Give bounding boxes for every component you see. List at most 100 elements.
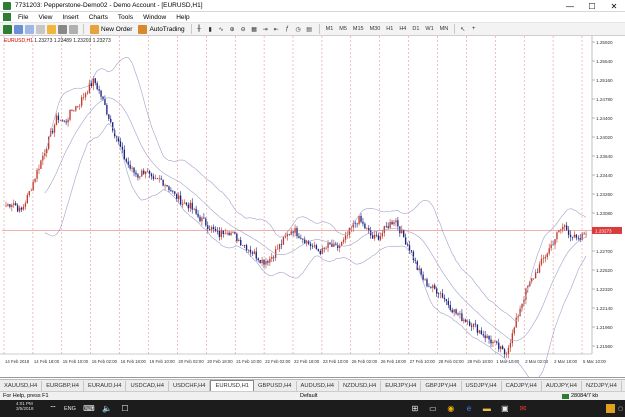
chrome-icon[interactable]: ◉	[446, 404, 456, 414]
timeframe-m30[interactable]: M30	[367, 26, 384, 32]
timeframe-w1[interactable]: W1	[422, 26, 436, 32]
candle-body	[79, 105, 81, 107]
taskbar-datetime-left: 4:01 PM 3/5/2018	[16, 401, 34, 411]
candle-body	[408, 245, 411, 251]
menu-help[interactable]: Help	[171, 14, 194, 21]
chart-tab-cadjpy-h4[interactable]: CADJPY,H4	[502, 381, 542, 391]
mail-icon[interactable]: ✉	[518, 404, 528, 414]
chart-tab-usdcad-h4[interactable]: USDCAD,H4	[126, 381, 169, 391]
time-tick-label: 16 Feb 18:00	[121, 359, 147, 364]
edge-icon[interactable]: e	[464, 404, 474, 414]
candle-body	[432, 285, 434, 288]
minimize-button[interactable]: —	[559, 0, 581, 12]
data-window-icon[interactable]	[36, 24, 45, 34]
chart-tab-eurusd-h1[interactable]: EURUSD,H1	[210, 380, 254, 391]
chart-tab-audjpy-h4[interactable]: AUDJPY,H4	[542, 381, 582, 391]
keyboard-icon[interactable]: ⌨	[83, 404, 95, 414]
crosshair-icon[interactable]: +	[469, 25, 478, 34]
candlestick-icon[interactable]: ▮	[206, 25, 215, 34]
timeframe-m5[interactable]: M5	[336, 26, 350, 32]
chart-tab-nzdjpy-h4[interactable]: NZDJPY,H4	[582, 381, 622, 391]
bollinger-band-mid	[44, 97, 587, 342]
candle-body	[288, 234, 290, 235]
candle-body	[189, 202, 191, 209]
candle-body	[158, 178, 160, 180]
action-center-icon[interactable]: ☐	[120, 404, 130, 414]
timeframe-h1[interactable]: H1	[383, 26, 396, 32]
indicators-icon[interactable]: ƒ	[283, 25, 292, 34]
line-chart-icon[interactable]: ∿	[217, 25, 226, 34]
zoom-out-icon[interactable]: ⊖	[239, 25, 248, 34]
chart-tab-audusd-h4[interactable]: AUDUSD,H4	[297, 381, 339, 391]
market-watch-icon[interactable]	[25, 24, 34, 34]
candle-body	[84, 93, 87, 98]
timeframe-m1[interactable]: M1	[323, 26, 337, 32]
chart-tab-gbpjpy-h4[interactable]: GBPJPY,H4	[421, 381, 462, 391]
file-explorer-icon[interactable]: ▬	[482, 404, 492, 414]
price-chart[interactable]: 1.25920 1.25540 1.25160 1.24780 1.24400 1.240…	[0, 36, 625, 381]
candle-body	[201, 217, 203, 222]
candle-body	[556, 232, 558, 240]
timeframe-mn[interactable]: MN	[437, 26, 452, 32]
autoscroll-icon[interactable]: ⇥	[261, 25, 270, 34]
close-button[interactable]: ✕	[603, 0, 625, 12]
candle-body	[148, 171, 151, 174]
candle-body	[364, 223, 366, 229]
chart-tab-usdchf-h4[interactable]: USDCHF,H4	[169, 381, 211, 391]
notification-icon[interactable]: ▢	[618, 406, 623, 412]
volume-icon[interactable]: 🔈	[102, 404, 112, 414]
chart-area[interactable]: EURUSD,H1 1.23273 1.23489 1.23203 1.2327…	[0, 36, 625, 381]
store-icon[interactable]: ▣	[500, 404, 510, 414]
menu-insert[interactable]: Insert	[57, 14, 83, 21]
terminal-icon[interactable]	[58, 24, 67, 34]
chart-shift-icon[interactable]: ⇤	[272, 25, 281, 34]
tester-icon[interactable]	[69, 24, 78, 34]
timeframe-h4[interactable]: H4	[396, 26, 409, 32]
new-order-button[interactable]: New Order	[87, 24, 135, 35]
menu-view[interactable]: View	[33, 14, 57, 21]
candle-body	[569, 234, 572, 237]
maximize-button[interactable]: ☐	[581, 0, 603, 12]
tray-app-icon[interactable]	[606, 404, 616, 413]
candle-body	[505, 353, 508, 355]
candle-body	[544, 257, 546, 259]
candle-body	[261, 259, 263, 264]
candle-body	[207, 225, 209, 230]
menu-file[interactable]: File	[13, 14, 33, 21]
zoom-in-icon[interactable]: ⊕	[228, 25, 237, 34]
navigator-icon[interactable]	[47, 24, 56, 34]
menu-tools[interactable]: Tools	[113, 14, 138, 21]
bar-chart-icon[interactable]: ╫	[195, 25, 204, 34]
autotrading-button[interactable]: AutoTrading	[135, 24, 187, 35]
chart-tab-usdjpy-h4[interactable]: USDJPY,H4	[462, 381, 502, 391]
chart-tab-euraud-h4[interactable]: EURAUD,H4	[84, 381, 127, 391]
new-chart-icon[interactable]	[3, 24, 12, 34]
candle-body	[191, 202, 193, 210]
menu-charts[interactable]: Charts	[84, 14, 113, 21]
tile-windows-icon[interactable]: ▦	[250, 25, 259, 34]
chart-tab-gbpusd-h4[interactable]: GBPUSD,H4	[254, 381, 297, 391]
chart-tab-xauusd-h4[interactable]: XAUUSD,H4	[0, 381, 43, 391]
window-controls: — ☐ ✕	[559, 0, 625, 12]
candle-body	[304, 239, 306, 244]
windows-taskbar: 4:01 PM 3/5/2018 ⌔ ENG ⌨ 🔈 ☐ ⊞ ▭ ◉ e ▬ ▣…	[0, 400, 625, 417]
candle-body	[311, 246, 314, 247]
language-indicator[interactable]: ENG	[64, 406, 76, 412]
wifi-icon[interactable]: ⌔	[48, 404, 58, 414]
profiles-icon[interactable]	[14, 24, 23, 34]
candle-body	[486, 335, 488, 339]
cursor-icon[interactable]: ↖	[458, 25, 467, 34]
chart-tab-eurjpy-h4[interactable]: EURJPY,H4	[381, 381, 422, 391]
menu-bar: File View Insert Charts Tools Window Hel…	[0, 12, 625, 23]
timeframe-m15[interactable]: M15	[350, 26, 367, 32]
menu-window[interactable]: Window	[138, 14, 171, 21]
task-view-icon[interactable]: ▭	[428, 404, 438, 414]
periods-icon[interactable]: ◷	[294, 25, 303, 34]
windows-start-icon[interactable]: ⊞	[410, 404, 420, 414]
chart-tab-nzdusd-h4[interactable]: NZDUSD,H4	[339, 381, 382, 391]
timeframe-d1[interactable]: D1	[409, 26, 422, 32]
document-icon[interactable]	[3, 13, 11, 21]
templates-icon[interactable]: ▤	[305, 25, 314, 34]
price-tick-label: 1.24780	[596, 97, 613, 102]
chart-tab-eurgbp-h4[interactable]: EURGBP,H4	[42, 381, 84, 391]
